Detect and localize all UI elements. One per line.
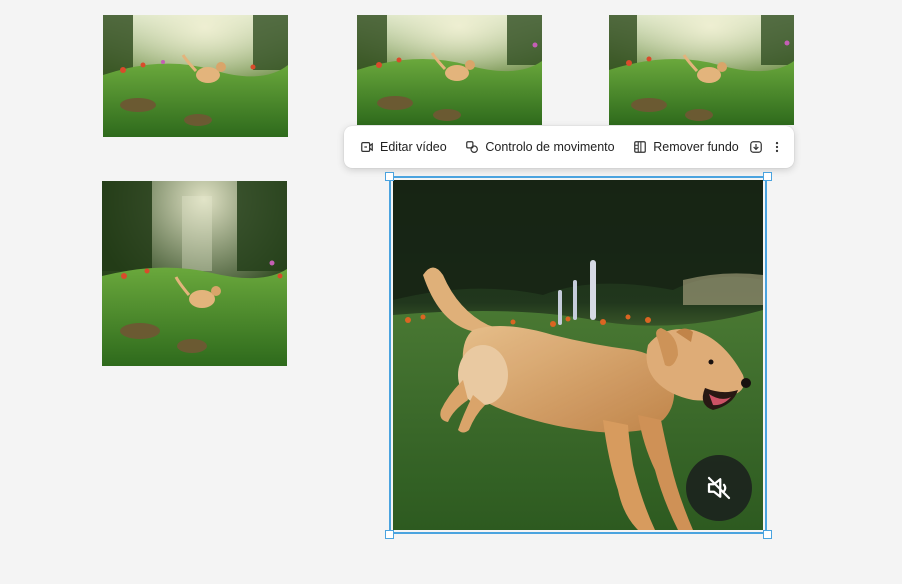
- thumbnail-2[interactable]: [357, 15, 542, 125]
- more-options-button[interactable]: [766, 132, 788, 162]
- resize-handle-bottom-left[interactable]: [385, 530, 394, 539]
- volume-off-icon: [707, 476, 731, 500]
- thumbnail-3[interactable]: [609, 15, 794, 125]
- more-vertical-icon: [776, 141, 779, 153]
- thumbnail-image: [102, 181, 287, 366]
- remove-background-icon: [634, 141, 647, 153]
- remove-background-button[interactable]: Remover fundo: [627, 131, 744, 163]
- download-button[interactable]: [745, 132, 767, 162]
- motion-control-icon: [466, 141, 479, 153]
- thumbnail-1[interactable]: [103, 15, 288, 137]
- unmute-button[interactable]: [686, 455, 752, 521]
- motion-control-label: Controlo de movimento: [485, 140, 615, 154]
- edit-video-button[interactable]: Editar vídeo: [354, 131, 453, 163]
- resize-handle-bottom-right[interactable]: [763, 530, 772, 539]
- thumbnail-4[interactable]: [102, 181, 287, 366]
- edit-video-label: Editar vídeo: [380, 140, 447, 154]
- thumbnail-image: [609, 15, 794, 125]
- thumbnail-image: [357, 15, 542, 125]
- resize-handle-top-right[interactable]: [763, 172, 772, 181]
- resize-handle-top-left[interactable]: [385, 172, 394, 181]
- download-icon: [749, 141, 762, 153]
- thumbnail-image: [103, 15, 288, 137]
- video-edit-icon: [361, 142, 373, 152]
- remove-background-label: Remover fundo: [653, 140, 739, 154]
- selection-toolbar: Editar vídeo Controlo de movimento Remov…: [344, 126, 794, 168]
- motion-control-button[interactable]: Controlo de movimento: [459, 131, 620, 163]
